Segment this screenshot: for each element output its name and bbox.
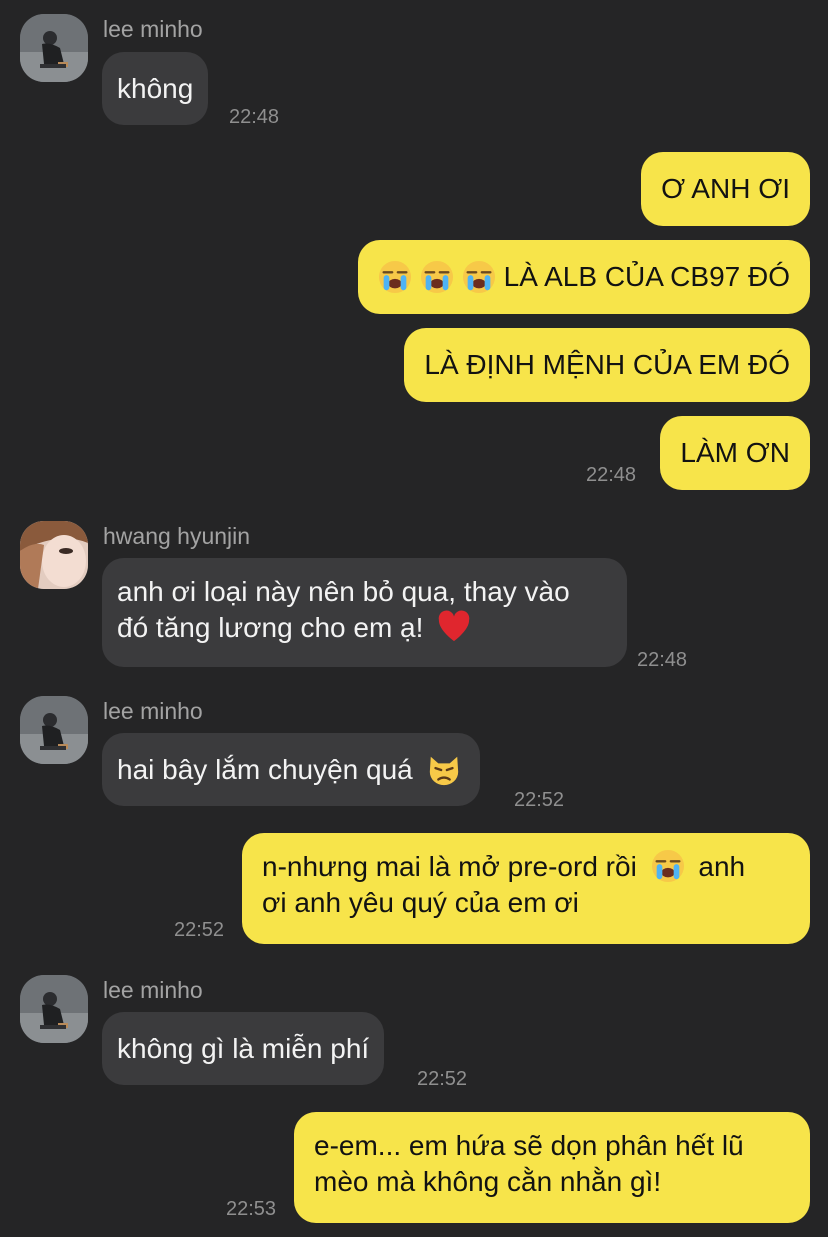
avatar-lee-minho[interactable] <box>20 975 88 1043</box>
message-text-line: n-nhưng mai là mở pre-ord rồi anh <box>262 849 790 885</box>
incoming-message-bubble[interactable]: không gì là miễn phí <box>102 1012 385 1085</box>
incoming-message-bubble[interactable]: hai bây lắm chuyện quá <box>102 733 480 806</box>
pouting-cat-face-icon <box>427 753 461 787</box>
outgoing-message-bubble[interactable]: LÀ ĐỊNH MỆNH CỦA EM ĐÓ <box>404 328 810 402</box>
message-timestamp: 22:48 <box>637 649 688 671</box>
outgoing-message-bubble[interactable]: e-em... em hứa sẽ dọn phân hết lũ mèo mà… <box>294 1112 810 1223</box>
message-text: hai bây lắm chuyện quá <box>117 753 413 785</box>
message-timestamp: 22:48 <box>586 464 637 486</box>
outgoing-message-bubble[interactable]: Ơ ANH ƠI <box>641 152 810 226</box>
sender-name: lee minho <box>103 16 203 42</box>
profile-photo-icon <box>20 975 88 1043</box>
message-text: LÀM ƠN <box>680 437 790 468</box>
outgoing-message-bubble[interactable]: LÀM ƠN <box>660 416 810 490</box>
message-timestamp: 22:53 <box>226 1198 277 1220</box>
message-text: Ơ ANH ƠI <box>661 173 790 204</box>
outgoing-message-bubble[interactable]: LÀ ALB CỦA CB97 ĐÓ <box>357 240 810 314</box>
message-text-line: mèo mà không cằn nhằn gì! <box>314 1166 662 1197</box>
sender-name: hwang hyunjin <box>103 523 251 549</box>
loudly-crying-face-icon <box>420 260 454 294</box>
message-text: LÀ ĐỊNH MỆNH CỦA EM ĐÓ <box>424 349 790 380</box>
profile-photo-icon <box>20 696 88 764</box>
message-timestamp: 22:52 <box>417 1068 468 1090</box>
message-text: không gì là miễn phí <box>117 1032 370 1064</box>
loudly-crying-face-icon <box>462 260 496 294</box>
sender-name: lee minho <box>103 977 203 1003</box>
message-text-line: đó tăng lương cho em ạ! <box>117 610 612 646</box>
message-text: đó tăng lương cho em ạ! <box>117 612 424 643</box>
message-text: LÀ ALB CỦA CB97 ĐÓ <box>503 261 790 292</box>
message-timestamp: 22:48 <box>229 106 280 128</box>
message-text-line: anh ơi loại này nên bỏ qua, thay vào <box>117 576 570 607</box>
avatar-lee-minho[interactable] <box>20 14 88 82</box>
incoming-message-bubble[interactable]: không <box>102 52 209 125</box>
message-text: không <box>117 72 194 104</box>
message-timestamp: 22:52 <box>514 789 565 811</box>
red-heart-icon <box>437 610 471 644</box>
message-timestamp: 22:52 <box>174 919 225 941</box>
avatar-lee-minho[interactable] <box>20 696 88 764</box>
message-text: anh <box>698 851 746 882</box>
loudly-crying-face-icon <box>651 849 685 883</box>
message-text-line: e-em... em hứa sẽ dọn phân hết lũ <box>314 1130 744 1161</box>
message-text: n-nhưng mai là mở pre-ord rồi <box>262 851 637 882</box>
profile-photo-icon <box>20 521 88 589</box>
message-text-line: ơi anh yêu quý của em ơi <box>262 887 579 918</box>
outgoing-message-bubble[interactable]: n-nhưng mai là mở pre-ord rồi anh ơi anh… <box>242 833 810 944</box>
sender-name: lee minho <box>103 698 203 724</box>
incoming-message-bubble[interactable]: anh ơi loại này nên bỏ qua, thay vào đó … <box>102 558 627 667</box>
loudly-crying-face-icon <box>378 260 412 294</box>
profile-photo-icon <box>20 14 88 82</box>
avatar-hwang-hyunjin[interactable] <box>20 521 88 589</box>
